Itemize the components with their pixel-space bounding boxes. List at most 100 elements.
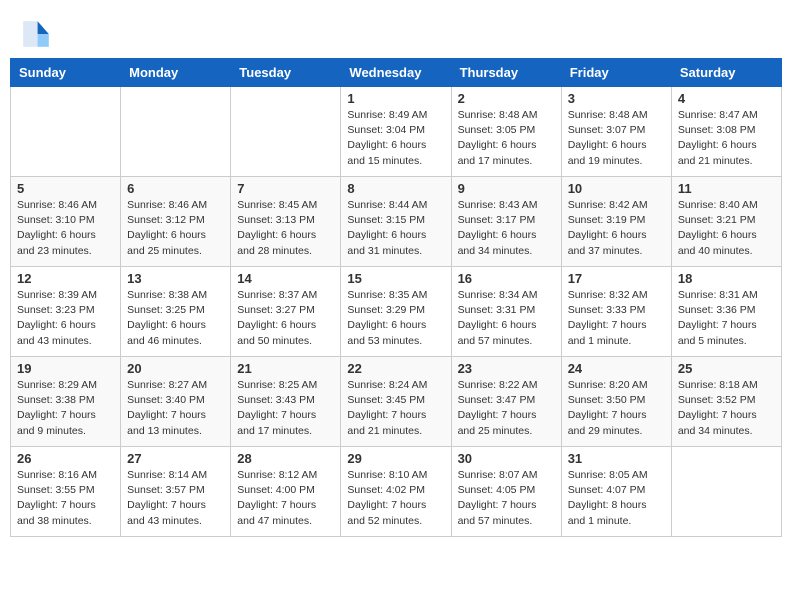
- day-cell: 6 Sunrise: 8:46 AM Sunset: 3:12 PM Daylig…: [121, 177, 231, 267]
- day-number: 8: [347, 181, 444, 196]
- day-cell: 25 Sunrise: 8:18 AM Sunset: 3:52 PM Dayli…: [671, 357, 781, 447]
- day-number: 30: [458, 451, 555, 466]
- day-info: Sunrise: 8:32 AM Sunset: 3:33 PM Dayligh…: [568, 288, 665, 349]
- week-row-4: 19 Sunrise: 8:29 AM Sunset: 3:38 PM Dayli…: [11, 357, 782, 447]
- day-cell: 9Sunrise: 8:43 AM Sunset: 3:17 PM Daylig…: [451, 177, 561, 267]
- week-row-2: 5 Sunrise: 8:46 AM Sunset: 3:10 PM Daylig…: [11, 177, 782, 267]
- day-info: Sunrise: 8:27 AM Sunset: 3:40 PM Dayligh…: [127, 378, 224, 439]
- day-number: 25: [678, 361, 775, 376]
- page-header: [10, 10, 782, 54]
- day-number: 11: [678, 181, 775, 196]
- day-cell: 24Sunrise: 8:20 AM Sunset: 3:50 PM Dayli…: [561, 357, 671, 447]
- day-info: Sunrise: 8:42 AM Sunset: 3:19 PM Dayligh…: [568, 198, 665, 259]
- logo: [20, 18, 56, 50]
- day-cell: 4 Sunrise: 8:47 AM Sunset: 3:08 PM Daylig…: [671, 87, 781, 177]
- day-info: Sunrise: 8:37 AM Sunset: 3:27 PM Dayligh…: [237, 288, 334, 349]
- day-number: 20: [127, 361, 224, 376]
- day-info: Sunrise: 8:22 AM Sunset: 3:47 PM Dayligh…: [458, 378, 555, 439]
- day-cell: 12 Sunrise: 8:39 AM Sunset: 3:23 PM Dayli…: [11, 267, 121, 357]
- day-number: 4: [678, 91, 775, 106]
- day-number: 16: [458, 271, 555, 286]
- day-cell: 5 Sunrise: 8:46 AM Sunset: 3:10 PM Daylig…: [11, 177, 121, 267]
- day-cell: 11 Sunrise: 8:40 AM Sunset: 3:21 PM Dayli…: [671, 177, 781, 267]
- day-cell: 30 Sunrise: 8:07 AM Sunset: 4:05 PM Dayli…: [451, 447, 561, 537]
- weekday-header-saturday: Saturday: [671, 59, 781, 87]
- day-number: 3: [568, 91, 665, 106]
- day-info: Sunrise: 8:07 AM Sunset: 4:05 PM Dayligh…: [458, 468, 555, 529]
- day-number: 21: [237, 361, 334, 376]
- day-cell: 22 Sunrise: 8:24 AM Sunset: 3:45 PM Dayli…: [341, 357, 451, 447]
- day-cell: [231, 87, 341, 177]
- weekday-header-monday: Monday: [121, 59, 231, 87]
- logo-icon: [20, 18, 52, 50]
- day-number: 12: [17, 271, 114, 286]
- day-cell: 15 Sunrise: 8:35 AM Sunset: 3:29 PM Dayli…: [341, 267, 451, 357]
- day-number: 31: [568, 451, 665, 466]
- day-number: 19: [17, 361, 114, 376]
- day-info: Sunrise: 8:39 AM Sunset: 3:23 PM Dayligh…: [17, 288, 114, 349]
- day-number: 18: [678, 271, 775, 286]
- weekday-header-friday: Friday: [561, 59, 671, 87]
- day-cell: [121, 87, 231, 177]
- day-cell: 3 Sunrise: 8:48 AM Sunset: 3:07 PM Daylig…: [561, 87, 671, 177]
- calendar: SundayMondayTuesdayWednesdayThursdayFrid…: [10, 58, 782, 537]
- day-info: Sunrise: 8:18 AM Sunset: 3:52 PM Dayligh…: [678, 378, 775, 439]
- day-cell: 7Sunrise: 8:45 AM Sunset: 3:13 PM Daylig…: [231, 177, 341, 267]
- day-number: 1: [347, 91, 444, 106]
- day-cell: 23 Sunrise: 8:22 AM Sunset: 3:47 PM Dayli…: [451, 357, 561, 447]
- day-cell: 1 Sunrise: 8:49 AM Sunset: 3:04 PM Daylig…: [341, 87, 451, 177]
- day-info: Sunrise: 8:24 AM Sunset: 3:45 PM Dayligh…: [347, 378, 444, 439]
- day-cell: 31 Sunrise: 8:05 AM Sunset: 4:07 PM Dayli…: [561, 447, 671, 537]
- day-number: 6: [127, 181, 224, 196]
- day-number: 2: [458, 91, 555, 106]
- day-cell: 8 Sunrise: 8:44 AM Sunset: 3:15 PM Daylig…: [341, 177, 451, 267]
- day-cell: 18 Sunrise: 8:31 AM Sunset: 3:36 PM Dayli…: [671, 267, 781, 357]
- day-number: 17: [568, 271, 665, 286]
- weekday-header-tuesday: Tuesday: [231, 59, 341, 87]
- day-cell: 14Sunrise: 8:37 AM Sunset: 3:27 PM Dayli…: [231, 267, 341, 357]
- day-info: Sunrise: 8:44 AM Sunset: 3:15 PM Dayligh…: [347, 198, 444, 259]
- day-number: 24: [568, 361, 665, 376]
- day-cell: 21Sunrise: 8:25 AM Sunset: 3:43 PM Dayli…: [231, 357, 341, 447]
- day-info: Sunrise: 8:16 AM Sunset: 3:55 PM Dayligh…: [17, 468, 114, 529]
- day-info: Sunrise: 8:45 AM Sunset: 3:13 PM Dayligh…: [237, 198, 334, 259]
- day-number: 27: [127, 451, 224, 466]
- day-info: Sunrise: 8:05 AM Sunset: 4:07 PM Dayligh…: [568, 468, 665, 529]
- day-info: Sunrise: 8:49 AM Sunset: 3:04 PM Dayligh…: [347, 108, 444, 169]
- day-info: Sunrise: 8:12 AM Sunset: 4:00 PM Dayligh…: [237, 468, 334, 529]
- day-number: 29: [347, 451, 444, 466]
- day-info: Sunrise: 8:40 AM Sunset: 3:21 PM Dayligh…: [678, 198, 775, 259]
- day-number: 5: [17, 181, 114, 196]
- day-info: Sunrise: 8:46 AM Sunset: 3:12 PM Dayligh…: [127, 198, 224, 259]
- day-info: Sunrise: 8:35 AM Sunset: 3:29 PM Dayligh…: [347, 288, 444, 349]
- day-info: Sunrise: 8:47 AM Sunset: 3:08 PM Dayligh…: [678, 108, 775, 169]
- day-info: Sunrise: 8:29 AM Sunset: 3:38 PM Dayligh…: [17, 378, 114, 439]
- week-row-1: 1 Sunrise: 8:49 AM Sunset: 3:04 PM Daylig…: [11, 87, 782, 177]
- week-row-3: 12 Sunrise: 8:39 AM Sunset: 3:23 PM Dayli…: [11, 267, 782, 357]
- day-info: Sunrise: 8:34 AM Sunset: 3:31 PM Dayligh…: [458, 288, 555, 349]
- weekday-header-wednesday: Wednesday: [341, 59, 451, 87]
- day-cell: 26 Sunrise: 8:16 AM Sunset: 3:55 PM Dayli…: [11, 447, 121, 537]
- weekday-header-thursday: Thursday: [451, 59, 561, 87]
- day-cell: 28 Sunrise: 8:12 AM Sunset: 4:00 PM Dayli…: [231, 447, 341, 537]
- day-info: Sunrise: 8:48 AM Sunset: 3:07 PM Dayligh…: [568, 108, 665, 169]
- day-number: 10: [568, 181, 665, 196]
- day-info: Sunrise: 8:38 AM Sunset: 3:25 PM Dayligh…: [127, 288, 224, 349]
- week-row-5: 26 Sunrise: 8:16 AM Sunset: 3:55 PM Dayli…: [11, 447, 782, 537]
- day-info: Sunrise: 8:46 AM Sunset: 3:10 PM Dayligh…: [17, 198, 114, 259]
- day-cell: 17 Sunrise: 8:32 AM Sunset: 3:33 PM Dayli…: [561, 267, 671, 357]
- weekday-header-sunday: Sunday: [11, 59, 121, 87]
- day-cell: 19 Sunrise: 8:29 AM Sunset: 3:38 PM Dayli…: [11, 357, 121, 447]
- day-cell: [11, 87, 121, 177]
- day-info: Sunrise: 8:31 AM Sunset: 3:36 PM Dayligh…: [678, 288, 775, 349]
- day-info: Sunrise: 8:43 AM Sunset: 3:17 PM Dayligh…: [458, 198, 555, 259]
- day-number: 23: [458, 361, 555, 376]
- day-cell: 29Sunrise: 8:10 AM Sunset: 4:02 PM Dayli…: [341, 447, 451, 537]
- day-number: 28: [237, 451, 334, 466]
- day-cell: 13 Sunrise: 8:38 AM Sunset: 3:25 PM Dayli…: [121, 267, 231, 357]
- day-number: 15: [347, 271, 444, 286]
- day-number: 13: [127, 271, 224, 286]
- day-number: 26: [17, 451, 114, 466]
- day-number: 22: [347, 361, 444, 376]
- weekday-header-row: SundayMondayTuesdayWednesdayThursdayFrid…: [11, 59, 782, 87]
